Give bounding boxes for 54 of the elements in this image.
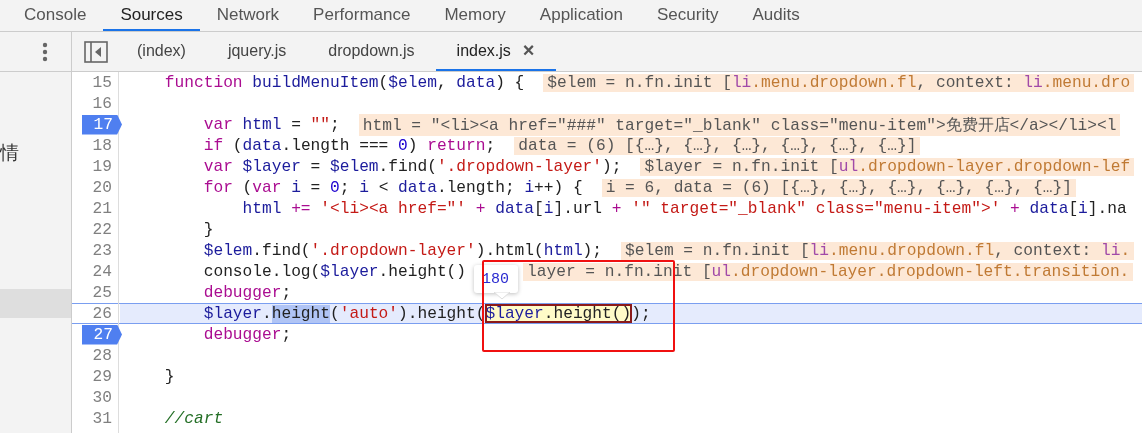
inline-value: $elem = n.fn.init [li.menu.dropdown.fl, context: li.	[621, 241, 1135, 260]
file-tab[interactable]: dropdown.js	[307, 32, 436, 71]
inline-value: $elem = n.fn.init [li.menu.dropdown.fl, context: li.menu.dro	[543, 73, 1135, 92]
panel-tab[interactable]: Audits	[735, 0, 817, 31]
code-line: //cart	[163, 409, 224, 428]
code-line: $elem.find('.dropdown-layer').html(html);	[202, 241, 603, 260]
line-number: 19	[92, 156, 113, 177]
code-line: }	[163, 367, 175, 386]
line-number: 20	[92, 177, 113, 198]
panel-tab[interactable]: Memory	[427, 0, 523, 31]
inline-value: $layer = n.fn.init [ul.dropdown-layer.dropdown-lef	[640, 157, 1135, 176]
file-tab[interactable]: (index)	[116, 32, 207, 71]
line-number: 22	[92, 219, 113, 240]
line-number: 24	[92, 261, 113, 282]
inline-value: i = 6, data = (6) [{…}, {…}, {…}, {…}, {…}, {…}]	[601, 178, 1076, 197]
close-icon[interactable]: ×	[522, 39, 535, 62]
code-line: function buildMenuItem($elem, data) {	[163, 73, 525, 92]
code-line: debugger;	[202, 283, 292, 302]
code-line: html += '<li><a href="' + data[i].url + '" target="_blank" class="menu-item">' + data[i].na	[241, 199, 1127, 218]
inline-value: html = "<li><a href="###" target="_blank" class="menu-item">免费开店</a></li><l	[358, 113, 1121, 136]
sidebar-toggle-icon[interactable]	[84, 40, 108, 63]
line-number: 30	[92, 387, 113, 408]
more-icon[interactable]	[41, 41, 48, 62]
line-number: 18	[92, 135, 113, 156]
line-number: 28	[92, 345, 113, 366]
panel-tab[interactable]: Performance	[296, 0, 428, 31]
code-line: console.log($layer.height()	[202, 262, 467, 281]
file-tab[interactable]: index.js ×	[435, 32, 556, 71]
line-number: 26	[92, 303, 113, 324]
line-number: 31	[92, 408, 113, 429]
file-tab[interactable]: jquery.js	[206, 32, 308, 71]
breakpoint-marker[interactable]: 17	[81, 114, 122, 135]
line-number: 21	[92, 198, 113, 219]
code-line: if (data.length === 0) return;	[202, 136, 496, 155]
breakpoint-marker[interactable]: 27	[81, 324, 122, 345]
panel-tab[interactable]: Network	[199, 0, 297, 31]
panel-tab[interactable]: Application	[522, 0, 640, 31]
code-line: for (var i = 0; i < data.length; i++) {	[202, 178, 583, 197]
code-line: var html = "";	[202, 115, 340, 134]
line-number: 15	[92, 72, 113, 93]
line-number: 29	[92, 366, 113, 387]
line-number: 16	[92, 93, 113, 114]
code-line: }	[202, 220, 214, 239]
navigator-item[interactable]: 情	[0, 140, 19, 166]
line-number: 23	[92, 240, 113, 261]
line-number: 25	[92, 282, 113, 303]
navigator-row-highlight	[0, 289, 71, 318]
panel-tab[interactable]: Console	[7, 0, 104, 31]
inline-value: data = (6) [{…}, {…}, {…}, {…}, {…}, {…}]	[514, 136, 921, 155]
code-line: var $layer = $elem.find('.dropdown-layer');	[202, 157, 622, 176]
panel-tab[interactable]: Security	[640, 0, 736, 31]
popover-arrow-icon	[493, 292, 510, 300]
code-line: debugger;	[202, 325, 292, 344]
code-line: $layer.height('auto').height($layer.height());	[202, 304, 651, 323]
